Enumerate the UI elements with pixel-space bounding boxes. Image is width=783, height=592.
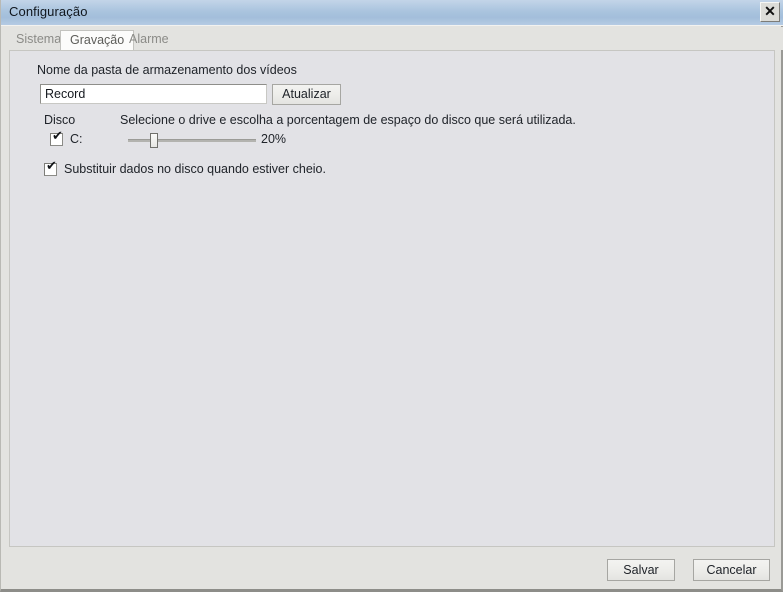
tab-alarme[interactable]: Alarme [120,30,178,50]
update-button[interactable]: Atualizar [272,84,341,105]
disk-percentage-slider[interactable] [128,133,256,148]
slider-track [128,139,256,142]
overwrite-checkbox[interactable]: ✔ [44,158,57,176]
recording-settings-panel: Nome da pasta de armazenamento dos vídeo… [9,50,775,547]
overwrite-label: Substituir dados no disco quando estiver… [64,162,326,176]
disk-section-label: Disco [44,113,76,127]
disk-c-row[interactable]: ✔ C: [50,128,83,146]
checkmark-icon: ✔ [52,128,63,144]
folder-name-label: Nome da pasta de armazenamento dos vídeo… [37,63,297,77]
configuration-window: Configuração ✕ Sistema Gravação Alarme N… [0,0,783,592]
overwrite-row[interactable]: ✔ Substituir dados no disco quando estiv… [44,158,326,176]
tab-strip: Sistema Gravação Alarme [1,27,783,51]
disk-hint-text: Selecione o drive e escolha a porcentage… [120,113,576,127]
close-window-button[interactable]: ✕ [760,2,780,22]
close-icon: ✕ [764,3,776,19]
save-button[interactable]: Salvar [607,559,675,581]
disk-c-checkbox[interactable]: ✔ [50,128,63,146]
slider-value-label: 20% [261,132,287,146]
checkmark-icon: ✔ [46,158,57,174]
folder-name-input[interactable] [40,84,267,104]
window-titlebar: Configuração ✕ [1,0,783,26]
cancel-button[interactable]: Cancelar [693,559,770,581]
window-title: Configuração [9,4,88,19]
slider-thumb[interactable] [150,133,158,148]
disk-c-label: C: [70,132,83,146]
